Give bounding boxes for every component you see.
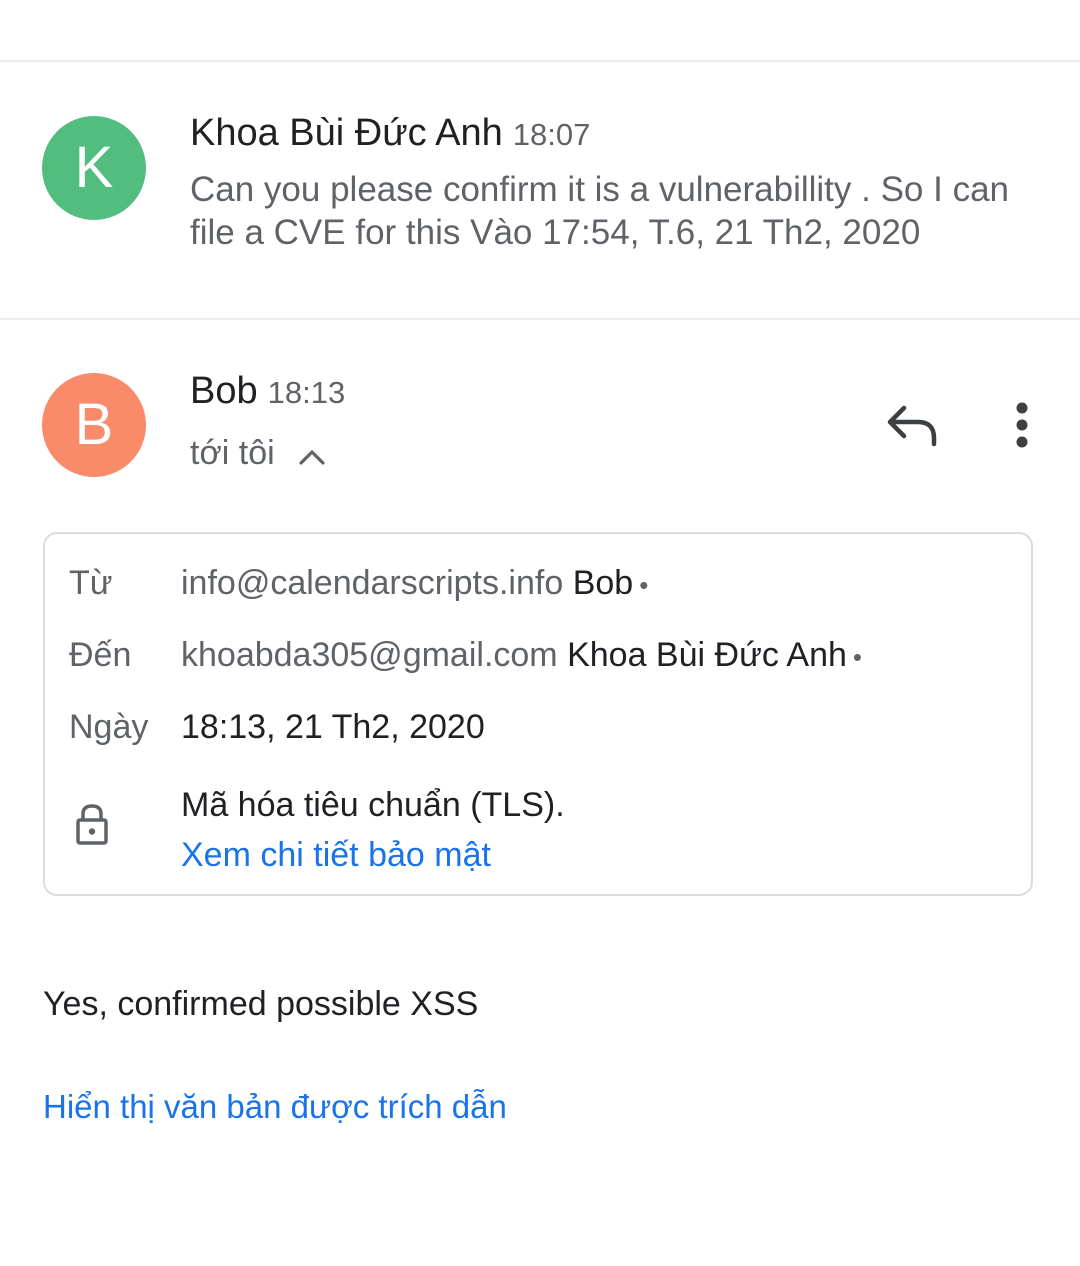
to-label: Đến xyxy=(69,636,132,674)
date-value: 18:13, 21 Th2, 2020 xyxy=(181,708,485,746)
sender-name: Bob xyxy=(190,370,258,412)
separator-dot: • xyxy=(852,642,863,672)
top-divider xyxy=(0,60,1080,62)
from-email[interactable]: info@calendarscripts.info xyxy=(181,564,563,602)
to-name: Khoa Bùi Đức Anh xyxy=(567,636,847,674)
reply-button[interactable] xyxy=(884,400,940,455)
message-time: 18:07 xyxy=(512,117,591,152)
chevron-up-icon xyxy=(298,436,326,475)
sender-name: Khoa Bùi Đức Anh xyxy=(190,112,503,154)
encryption-info: Mã hóa tiêu chuẩn (TLS). Xem chi tiết bả… xyxy=(181,780,565,880)
recipient-toggle[interactable]: tới tôi xyxy=(190,434,326,475)
avatar[interactable]: B xyxy=(42,373,146,477)
message-divider xyxy=(0,318,1080,320)
message-details-panel: Từ info@calendarscripts.info Bob • Đến khoa… xyxy=(43,532,1033,896)
more-options-button[interactable] xyxy=(1004,400,1040,455)
lock-icon xyxy=(75,802,109,851)
message-snippet: Can you please confirm it is a vulnerabi… xyxy=(190,170,1009,252)
message-time: 18:13 xyxy=(267,375,346,410)
show-quoted-text-link[interactable]: Hiển thị văn bản được trích dẫn xyxy=(43,1088,507,1126)
from-row: Từ info@calendarscripts.info Bob • xyxy=(69,564,648,603)
sender-line: Bob 18:13 xyxy=(190,370,345,413)
to-email[interactable]: khoabda305@gmail.com xyxy=(181,636,558,674)
date-label: Ngày xyxy=(69,708,149,746)
reply-icon xyxy=(887,405,937,447)
encryption-text: Mã hóa tiêu chuẩn (TLS). xyxy=(181,786,565,824)
security-details-link[interactable]: Xem chi tiết bảo mật xyxy=(181,830,565,880)
from-label: Từ xyxy=(69,564,113,602)
avatar[interactable]: K xyxy=(42,116,146,220)
separator-dot: • xyxy=(639,570,649,600)
message-body: Yes, confirmed possible XSS xyxy=(43,985,479,1023)
more-vert-icon xyxy=(1016,402,1028,448)
recipient-label: tới tôi xyxy=(190,434,275,472)
sender-line: Khoa Bùi Đức Anh 18:07 xyxy=(190,112,590,155)
from-name: Bob xyxy=(572,564,634,602)
to-row: Đến khoabda305@gmail.com Khoa Bùi Đức Anh… xyxy=(69,636,862,675)
date-row: Ngày 18:13, 21 Th2, 2020 xyxy=(69,708,485,747)
